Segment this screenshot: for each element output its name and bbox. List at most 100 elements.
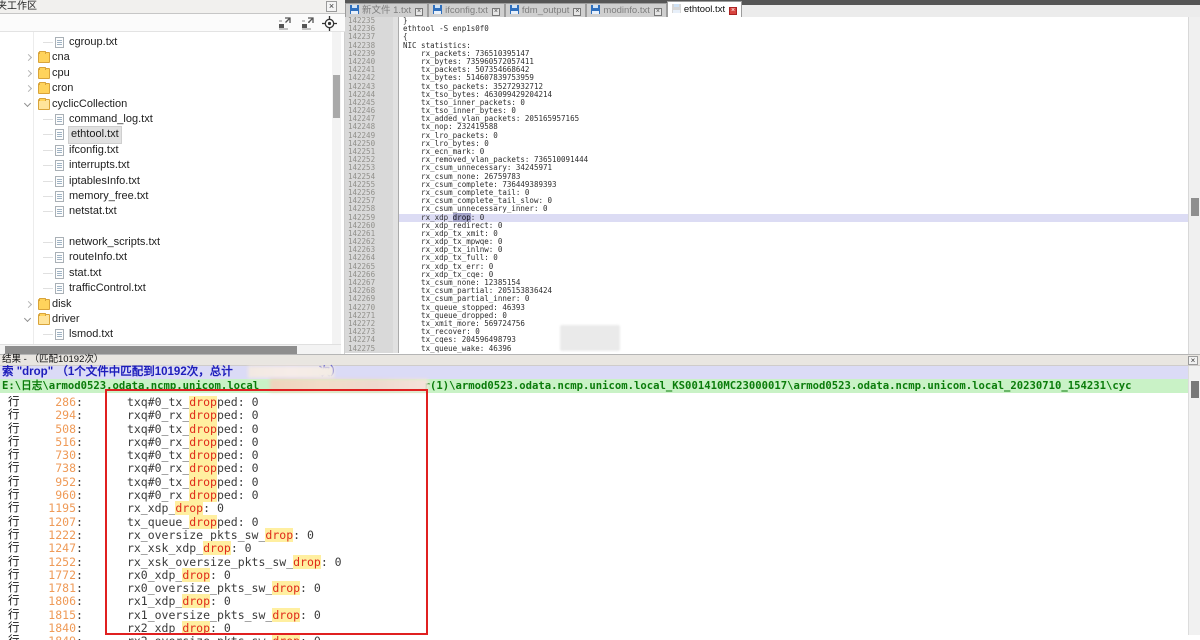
tree-item-interrupts-txt[interactable]: interrupts.txt <box>0 158 332 173</box>
editor-code-area[interactable]: 142235}142236ethtool -S enp1s0f0142237{1… <box>345 17 1188 354</box>
chevron-right-icon[interactable] <box>25 301 32 308</box>
tree-item-ethtool-txt[interactable]: ethtool.txt <box>0 127 332 142</box>
code-line[interactable]: 142236ethtool -S enp1s0f0 <box>345 25 1188 33</box>
result-colon: : <box>76 582 83 595</box>
row-label: 行 <box>8 436 26 449</box>
results-header: 结果 - （匹配10192次） × <box>0 355 1200 366</box>
code-text: tx_xmit_more: 569724756 <box>399 320 1188 328</box>
tree-item-label: driver <box>52 312 80 327</box>
row-label: 行 <box>8 622 26 635</box>
folder-icon <box>38 83 50 94</box>
match-highlight: drop <box>272 634 300 640</box>
search-result-row[interactable]: 行1849:rx2_oversize_pkts_sw_drop: 0 <box>0 635 1188 640</box>
tab-close-icon[interactable]: × <box>654 8 662 16</box>
expand-all-icon[interactable] <box>277 16 292 31</box>
tree-item-ifconfig-txt[interactable]: ifconfig.txt <box>0 143 332 158</box>
result-colon: : <box>76 569 83 582</box>
save-icon <box>350 5 359 14</box>
tab-modinfo-txt[interactable]: modinfo.txt× <box>586 3 666 17</box>
tab-ifconfig-txt[interactable]: ifconfig.txt× <box>428 3 505 17</box>
tab-close-icon[interactable]: × <box>415 8 423 16</box>
tree-item-network_scripts-txt[interactable]: network_scripts.txt <box>0 235 332 250</box>
save-icon <box>591 5 600 14</box>
row-label: 行 <box>8 423 26 436</box>
tab-fdm_output[interactable]: fdm_output× <box>505 3 587 17</box>
code-text: tx_nop: 232419588 <box>399 123 1188 131</box>
collapse-all-icon[interactable] <box>300 16 315 31</box>
workspace-toolbar <box>0 14 345 32</box>
tree-item-cgroup-txt[interactable]: cgroup.txt <box>0 35 332 50</box>
tree-horizontal-scrollbar-thumb[interactable] <box>5 346 297 354</box>
tree-item-driver[interactable]: driver <box>0 312 332 327</box>
application-window: 夹工作区 × cgroup.txtcnacpucroncyclicCollect… <box>0 0 1200 640</box>
tree-item-netstat-txt[interactable]: netstat.txt <box>0 204 332 219</box>
results-vertical-scrollbar[interactable] <box>1188 366 1200 635</box>
tree-item-command_log-txt[interactable]: command_log.txt <box>0 112 332 127</box>
tree-vertical-scrollbar-thumb[interactable] <box>333 75 340 118</box>
chevron-right-icon[interactable] <box>25 54 32 61</box>
tree-item-disk[interactable]: disk <box>0 297 332 312</box>
result-line-number: 952 <box>26 476 76 489</box>
row-label: 行 <box>8 635 26 640</box>
tree-item-cpu[interactable]: cpu <box>0 66 332 81</box>
tree-item-memory_free-txt[interactable]: memory_free.txt <box>0 189 332 204</box>
chevron-down-icon[interactable] <box>24 315 31 322</box>
tree-connector-line <box>43 334 53 335</box>
tree-item-label: cpu <box>52 66 70 81</box>
code-text: tx_queue_stopped: 46393 <box>399 304 1188 312</box>
tree-item-cron[interactable]: cron <box>0 81 332 96</box>
tab-close-icon[interactable]: × <box>573 8 581 16</box>
tab-label: fdm_output <box>522 5 570 16</box>
chevron-down-icon[interactable] <box>24 100 31 107</box>
code-text: ethtool -S enp1s0f0 <box>399 25 1188 33</box>
tree-gap <box>0 220 332 235</box>
result-colon: : <box>76 423 83 436</box>
folder-icon <box>38 68 50 79</box>
locate-file-icon[interactable] <box>322 16 337 31</box>
tree-item-cycliccollection[interactable]: cyclicCollection <box>0 97 332 112</box>
chevron-right-icon[interactable] <box>25 70 32 77</box>
editor-vertical-scrollbar-thumb[interactable] <box>1191 198 1199 216</box>
chevron-right-icon[interactable] <box>25 85 32 92</box>
file-icon <box>55 114 64 125</box>
save-icon <box>510 5 519 14</box>
row-label: 行 <box>8 462 26 475</box>
tree-horizontal-scrollbar[interactable] <box>0 344 341 354</box>
results-vertical-scrollbar-thumb[interactable] <box>1191 381 1199 398</box>
result-line-number: 1207 <box>26 516 76 529</box>
tab-close-icon[interactable]: × <box>492 8 500 16</box>
tree-item-label: cgroup.txt <box>69 35 117 50</box>
tree-item-stat-txt[interactable]: stat.txt <box>0 266 332 281</box>
result-colon: : <box>76 462 83 475</box>
tree-item-label: iptablesInfo.txt <box>69 174 140 189</box>
tab-label: 新文件 1.txt <box>362 5 411 16</box>
tab-close-icon[interactable]: × <box>729 7 737 15</box>
code-text: tx_cqes: 204596498793 <box>399 336 1188 344</box>
editor-vertical-scrollbar[interactable] <box>1188 17 1200 354</box>
result-line-number: 508 <box>26 423 76 436</box>
tab-label: ethtool.txt <box>684 4 725 15</box>
workspace-close-icon[interactable]: × <box>326 1 337 12</box>
tab--1-txt[interactable]: 新文件 1.txt × <box>345 3 428 17</box>
tree-connector-line <box>43 242 53 243</box>
tab-ethtool-txt[interactable]: ethtool.txt × <box>667 1 742 17</box>
code-line[interactable]: 142275 tx_queue_wake: 46396 <box>345 345 1188 353</box>
tree-item-trafficcontrol-txt[interactable]: trafficControl.txt <box>0 281 332 296</box>
result-line-number: 1849 <box>26 635 76 640</box>
tree-item-lsmod-txt[interactable]: lsmod.txt <box>0 327 332 342</box>
result-colon: : <box>76 409 83 422</box>
result-colon: : <box>76 622 83 635</box>
file-icon <box>55 237 64 248</box>
code-text: rx_lro_packets: 0 <box>399 132 1188 140</box>
tree-item-cna[interactable]: cna <box>0 50 332 65</box>
results-close-icon[interactable]: × <box>1188 356 1198 365</box>
editor-pane: 新文件 1.txt×ifconfig.txt×fdm_output×modinf… <box>345 0 1200 354</box>
result-colon: : <box>76 595 83 608</box>
code-line[interactable]: 142237{ <box>345 33 1188 41</box>
tree-connector-line <box>43 196 53 197</box>
tree-item-iptablesinfo-txt[interactable]: iptablesInfo.txt <box>0 174 332 189</box>
tree-vertical-scrollbar[interactable] <box>332 32 341 344</box>
tree-connector-line <box>43 288 53 289</box>
tree-item-label: memory_free.txt <box>69 189 148 204</box>
tree-item-routeinfo-txt[interactable]: routeInfo.txt <box>0 250 332 265</box>
